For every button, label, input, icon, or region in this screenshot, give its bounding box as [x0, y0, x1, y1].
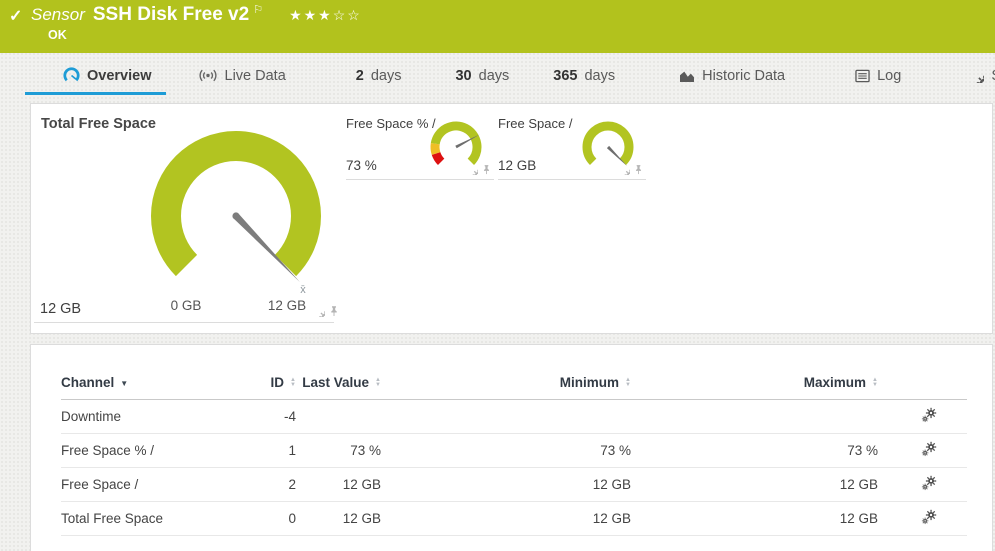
table-row: Downtime -4: [61, 400, 967, 434]
gauge-pin-icon[interactable]: [481, 164, 492, 175]
channel-settings-button[interactable]: [920, 441, 937, 458]
sensor-status-header: ✓ Sensor SSH Disk Free v2 ⚐ ★★★☆☆ OK: [0, 0, 995, 53]
tab-label: Live Data: [225, 68, 286, 84]
free-space-tile: Free Space / 12 GB: [498, 114, 646, 180]
log-list-icon: [855, 69, 870, 83]
tab-label: Settings: [991, 68, 995, 84]
channel-last-value: [296, 400, 381, 434]
gauge-settings-gear-icon[interactable]: [313, 305, 325, 317]
tab-label: days: [479, 68, 510, 84]
column-header-last-value[interactable]: Last Value▲▼: [296, 375, 381, 400]
total-free-space-gauge: x̄ 0 GB 12 GB: [136, 126, 336, 336]
live-signal-icon: [198, 69, 218, 82]
table-row: Free Space % / 1 73 % 73 % 73 %: [61, 434, 967, 468]
channel-id: -4: [251, 400, 296, 434]
channel-name: Free Space % /: [61, 434, 251, 468]
column-header-channel[interactable]: Channel▼: [61, 375, 251, 400]
flag-icon[interactable]: ⚐: [253, 3, 263, 16]
table-header-row: Channel▼ ID▲▼ Last Value▲▼ Minimum▲▼ Max…: [61, 375, 967, 400]
tab-label: Historic Data: [702, 68, 785, 84]
column-header-minimum[interactable]: Minimum▲▼: [381, 375, 631, 400]
object-kind-label: Sensor: [31, 5, 85, 25]
tab-30-days[interactable]: 30 days: [449, 53, 515, 95]
table-row: Free Space / 2 12 GB 12 GB 12 GB: [61, 468, 967, 502]
channel-settings-button[interactable]: [920, 475, 937, 492]
tab-settings[interactable]: Settings: [963, 53, 995, 95]
channel-last-value: 12 GB: [296, 468, 381, 502]
channel-maximum: [631, 400, 878, 434]
sort-desc-icon: ▼: [120, 379, 128, 388]
channels-panel: Channel▼ ID▲▼ Last Value▲▼ Minimum▲▼ Max…: [30, 344, 993, 551]
channel-maximum: 12 GB: [631, 502, 878, 536]
column-header-maximum[interactable]: Maximum▲▼: [631, 375, 878, 400]
gauge-min-label: 0 GB: [171, 298, 202, 313]
tab-log[interactable]: Log: [849, 53, 907, 95]
sensor-name: SSH Disk Free v2: [93, 4, 249, 26]
gauge-max-label: 12 GB: [268, 298, 306, 313]
main-tile-divider: [34, 322, 334, 323]
channel-id: 2: [251, 468, 296, 502]
tab-bar: Overview Live Data 2 days 30 days 365 da…: [0, 53, 995, 95]
channel-minimum: [381, 400, 631, 434]
gauge-icon: [63, 67, 80, 84]
average-marker: x̄: [300, 284, 306, 296]
column-header-id[interactable]: ID▲▼: [251, 375, 296, 400]
double-gear-icon: [920, 407, 937, 424]
tab-overview[interactable]: Overview: [25, 53, 166, 95]
sort-icon: ▲▼: [375, 378, 381, 388]
main-gauge-value: 12 GB: [40, 301, 81, 317]
double-gear-icon: [920, 441, 937, 458]
tile-value: 12 GB: [498, 158, 536, 173]
channel-id: 1: [251, 434, 296, 468]
tile-title: Free Space % /: [346, 116, 436, 131]
channel-settings-button[interactable]: [920, 407, 937, 424]
tab-365-days[interactable]: 365 days: [547, 53, 621, 95]
tab-label: days: [584, 68, 615, 84]
channel-minimum: 73 %: [381, 434, 631, 468]
channel-maximum: 12 GB: [631, 468, 878, 502]
sort-icon: ▲▼: [625, 378, 631, 388]
channel-last-value: 73 %: [296, 434, 381, 468]
tile-value: 73 %: [346, 158, 377, 173]
priority-stars[interactable]: ★★★☆☆: [289, 7, 362, 24]
overview-gauges-panel: Total Free Space x̄ 0 GB 12 GB 12 GB Fre…: [30, 103, 993, 334]
column-header-actions: [878, 375, 967, 400]
gear-icon: [969, 68, 984, 83]
tab-label: days: [371, 68, 402, 84]
gauge-pin-icon[interactable]: [633, 164, 644, 175]
free-space-percent-tile: Free Space % / 73 %: [346, 114, 494, 180]
channel-name: Free Space /: [61, 468, 251, 502]
channel-settings-button[interactable]: [920, 509, 937, 526]
channel-name: Total Free Space: [61, 502, 251, 536]
sensor-title-row: Sensor SSH Disk Free v2 ⚐ ★★★☆☆: [31, 4, 362, 26]
double-gear-icon: [920, 475, 937, 492]
tab-live-data[interactable]: Live Data: [192, 53, 292, 95]
table-row: Total Free Space 0 12 GB 12 GB 12 GB: [61, 502, 967, 536]
gauge-settings-gear-icon[interactable]: [619, 164, 630, 175]
tab-label: Overview: [87, 68, 152, 84]
channel-last-value: 12 GB: [296, 502, 381, 536]
channel-minimum: 12 GB: [381, 502, 631, 536]
tab-label: Log: [877, 68, 901, 84]
ok-check-icon: ✓: [9, 6, 22, 26]
gauge-pin-icon[interactable]: [328, 305, 340, 317]
channel-minimum: 12 GB: [381, 468, 631, 502]
tab-historic-data[interactable]: Historic Data: [673, 53, 791, 95]
double-gear-icon: [920, 509, 937, 526]
sensor-status-text: OK: [48, 28, 67, 42]
channels-table: Channel▼ ID▲▼ Last Value▲▼ Minimum▲▼ Max…: [61, 375, 967, 536]
gauge-settings-gear-icon[interactable]: [467, 164, 478, 175]
tab-2-days[interactable]: 2 days: [350, 53, 408, 95]
sort-icon: ▲▼: [290, 378, 296, 388]
channel-maximum: 73 %: [631, 434, 878, 468]
area-chart-icon: [679, 69, 695, 83]
sort-icon: ▲▼: [872, 378, 878, 388]
channel-name: Downtime: [61, 400, 251, 434]
tile-title: Free Space /: [498, 116, 572, 131]
channel-id: 0: [251, 502, 296, 536]
